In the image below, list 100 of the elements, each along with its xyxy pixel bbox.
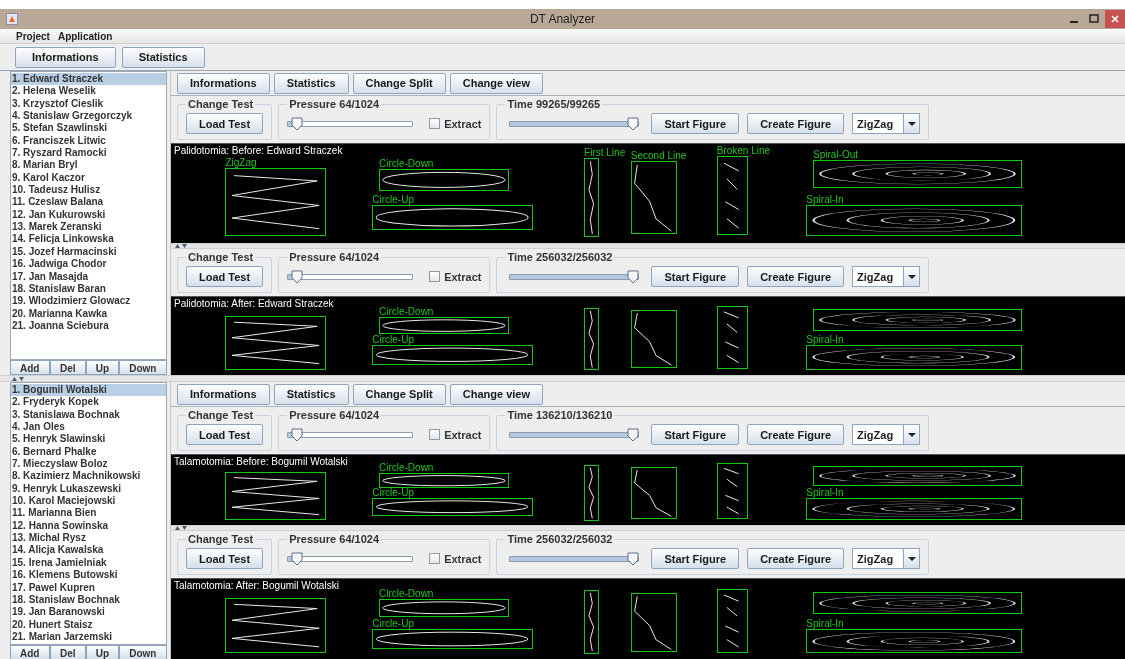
patient-item[interactable]: 7. Mieczyslaw Boloz [11,458,166,471]
patient-item[interactable]: 8. Marian Bryl [11,159,166,172]
create-figure-button[interactable]: Create Figure [747,113,845,135]
slider-thumb[interactable] [627,551,640,566]
patient-item[interactable]: 20. Hunert Staisz [11,618,166,631]
start-figure-button[interactable]: Start Figure [651,424,740,446]
patient-item[interactable]: 19. Wlodzimierz Glowacz [11,295,166,308]
slider-thumb[interactable] [627,269,640,284]
load-test-button[interactable]: Load Test [186,548,264,570]
patient-item[interactable]: 9. Karol Kaczor [11,171,166,185]
patient-item[interactable]: 3. Krzysztof Cieslik [11,97,166,111]
slider-thumb[interactable] [290,551,303,566]
toolbar-button[interactable]: Change view [449,72,544,94]
create-figure-button[interactable]: Create Figure [747,424,845,446]
start-figure-button[interactable]: Start Figure [651,113,740,135]
patient-item[interactable]: 11. Marianna Bien [11,507,166,520]
load-test-button[interactable]: Load Test [186,113,264,135]
close-icon[interactable] [1111,15,1119,23]
slider[interactable] [509,551,640,566]
patient-item[interactable]: 17. Jan Masajda [11,270,166,283]
patient-item[interactable]: 14. Felicja Linkowska [11,233,166,246]
patient-item[interactable]: 15. Irena Jamielniak [11,556,166,570]
patient-item[interactable]: 2. Helena Weselik [11,85,166,98]
figure-dropdown[interactable]: ZigZag [852,548,921,570]
slider[interactable] [509,116,640,131]
figure-dropdown[interactable]: ZigZag [852,424,921,446]
create-figure-button[interactable]: Create Figure [747,548,845,570]
patient-item[interactable]: 10. Tadeusz Hulisz [11,184,166,197]
patient-item[interactable]: 3. Stanislawa Bochnak [11,408,166,422]
slider[interactable] [287,269,414,284]
toolbar-button[interactable]: Statistics [273,72,349,94]
figure-dropdown[interactable]: ZigZag [852,266,921,288]
slider[interactable] [509,427,640,442]
patient-item[interactable]: 19. Jan Baranowski [11,606,166,619]
toolbar-button[interactable]: Statistics [121,46,205,68]
patient-item[interactable]: 1. Edward Straczek [11,73,166,86]
patient-item[interactable]: 21. Joanna Sciebura [11,319,166,333]
split-arrows-icon[interactable] [175,526,187,530]
patient-item[interactable]: 17. Pawel Kupren [11,581,166,594]
toolbar-button[interactable]: Informations [177,72,270,94]
patient-item[interactable]: 14. Alicja Kawalska [11,544,166,557]
slider[interactable] [287,116,414,131]
patient-item[interactable]: 16. Klemens Butowski [11,569,166,582]
patient-item[interactable]: 16. Jadwiga Chodor [11,258,166,271]
figure-dropdown[interactable]: ZigZag [852,113,921,135]
patient-item[interactable]: 2. Fryderyk Kopek [11,396,166,409]
load-test-button[interactable]: Load Test [186,424,264,446]
checkbox[interactable] [429,118,441,130]
app-icon[interactable] [6,13,18,25]
patient-item[interactable]: 6. Franciszek Litwic [11,134,166,148]
list-button[interactable]: Del [49,645,87,659]
close-button[interactable] [1105,10,1125,28]
patient-item[interactable]: 4. Jan Oles [11,421,166,434]
create-figure-button[interactable]: Create Figure [747,266,845,288]
patient-item[interactable]: 10. Karol Maciejowski [11,495,166,508]
patient-item[interactable]: 21. Marian Jarzemski [11,630,166,644]
patient-item[interactable]: 18. Stanislaw Baran [11,282,166,296]
patient-item[interactable]: 13. Marek Zeranski [11,221,166,234]
split-arrows-icon[interactable] [12,376,24,381]
toolbar-button[interactable]: Statistics [273,383,349,405]
toolbar-button[interactable]: Change Split [352,72,446,94]
patient-item[interactable]: 8. Kazimierz Machnikowski [11,470,166,483]
toolbar-button[interactable]: Change Split [352,383,446,405]
patient-item[interactable]: 5. Stefan Szawlinski [11,122,166,135]
toolbar-button[interactable]: Change view [449,383,544,405]
slider-thumb[interactable] [627,427,640,442]
start-figure-button[interactable]: Start Figure [651,266,740,288]
list-button[interactable]: Down [118,360,167,375]
list-button[interactable]: Up [86,645,119,659]
checkbox[interactable] [429,429,441,441]
maximize-icon[interactable] [1089,14,1099,24]
slider[interactable] [287,427,414,442]
slider-thumb[interactable] [290,116,303,131]
start-figure-button[interactable]: Start Figure [651,548,740,570]
patient-item[interactable]: 5. Henryk Slawinski [11,433,166,446]
slider[interactable] [509,269,640,284]
list-button[interactable]: Add [10,360,50,375]
menu-item[interactable]: Project [16,28,50,44]
patient-item[interactable]: 6. Bernard Phalke [11,445,166,459]
slider-thumb[interactable] [290,427,303,442]
patient-item[interactable]: 13. Michal Rysz [11,532,166,545]
list-button[interactable]: Del [49,360,87,375]
toolbar-button[interactable]: Informations [177,383,270,405]
patient-item[interactable]: 15. Jozef Harmacinski [11,245,166,259]
list-button[interactable]: Down [118,645,167,659]
load-test-button[interactable]: Load Test [186,266,264,288]
patient-item[interactable]: 9. Henryk Lukaszewski [11,482,166,496]
patient-item[interactable]: 7. Ryszard Ramocki [11,147,166,160]
patient-item[interactable]: 4. Stanislaw Grzegorczyk [11,110,166,123]
menu-item[interactable]: Application [57,28,113,44]
split-arrows-icon[interactable] [175,244,187,248]
patient-item[interactable]: 20. Marianna Kawka [11,307,166,320]
slider-thumb[interactable] [627,116,640,131]
list-button[interactable]: Add [10,645,50,659]
patient-item[interactable]: 1. Bogumil Wotalski [11,384,166,397]
patient-item[interactable]: 18. Stanislaw Bochnak [11,593,166,607]
checkbox[interactable] [429,553,441,565]
checkbox[interactable] [429,271,441,283]
slider[interactable] [287,551,414,566]
slider-thumb[interactable] [290,269,303,284]
